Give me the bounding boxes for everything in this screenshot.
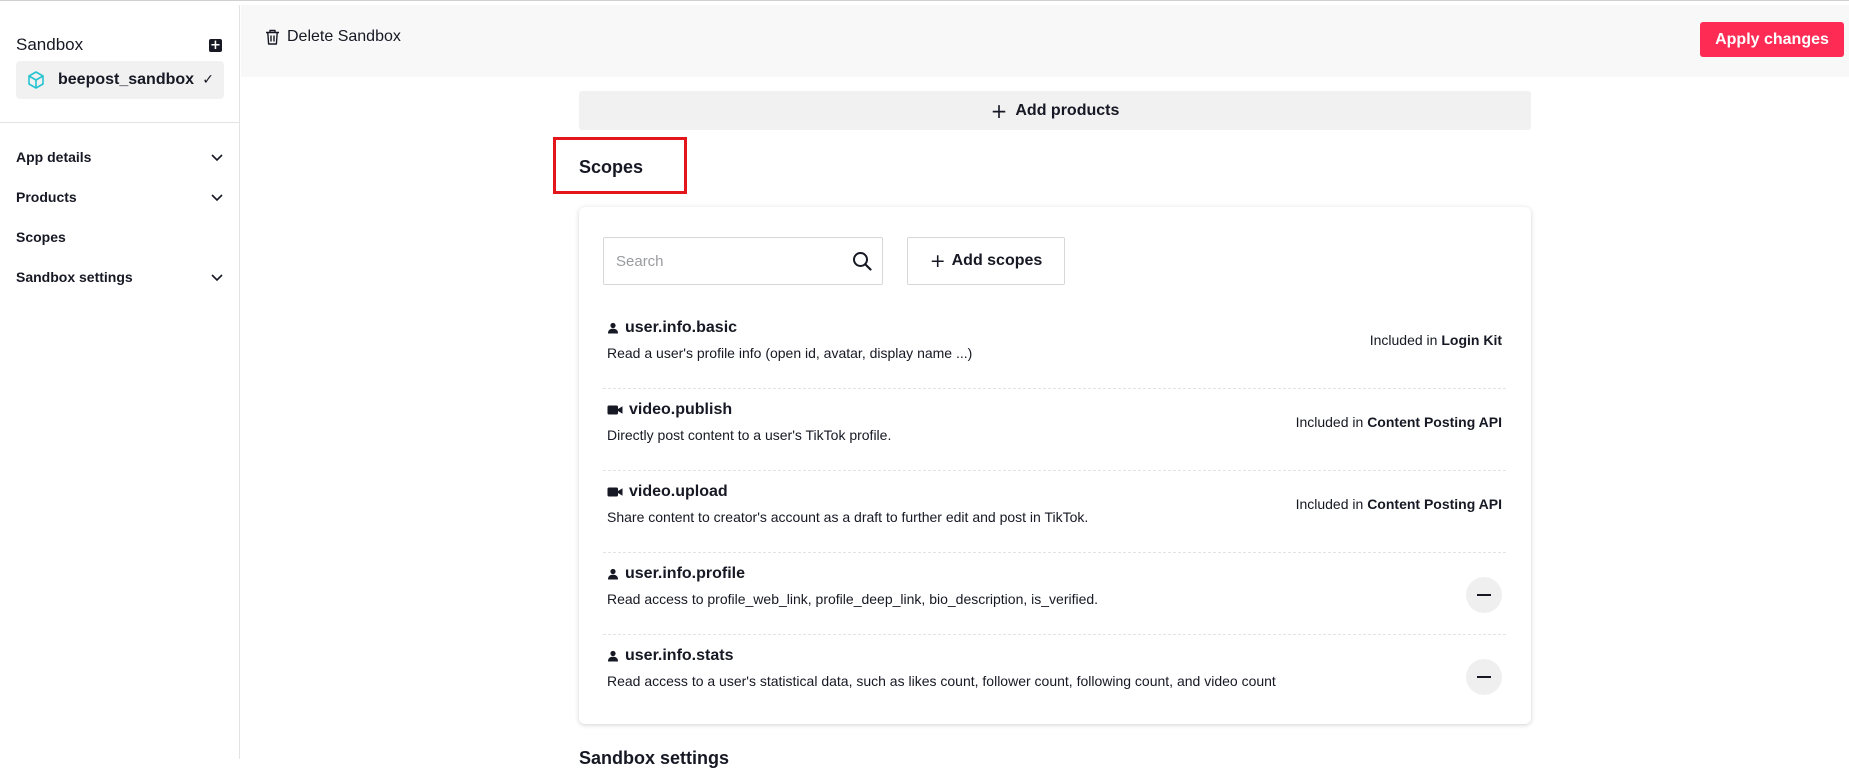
delete-sandbox-button[interactable]: Delete Sandbox xyxy=(265,28,401,46)
included-in-product: Content Posting API xyxy=(1367,496,1502,512)
sidebar-item-app-details[interactable]: App details xyxy=(16,146,224,168)
chevron-down-icon xyxy=(211,274,223,282)
add-sandbox-icon[interactable]: + xyxy=(209,38,222,52)
sandbox-title: Sandbox xyxy=(16,35,84,54)
scope-included-in: Included in Content Posting API xyxy=(1296,414,1502,430)
sandbox-app-name: beepost_sandbox xyxy=(58,71,195,88)
included-in-prefix: Included in xyxy=(1295,414,1364,430)
remove-scope-button[interactable] xyxy=(1466,659,1502,695)
scope-search xyxy=(603,237,883,285)
sidebar-item-label: Sandbox settings xyxy=(16,269,133,285)
included-in-prefix: Included in xyxy=(1295,496,1364,512)
sidebar-item-products[interactable]: Products xyxy=(16,186,224,208)
included-in-product: Content Posting API xyxy=(1367,414,1502,430)
sandbox-header: Sandbox + xyxy=(16,34,222,56)
trash-icon xyxy=(266,29,279,45)
sandbox-app-selector[interactable]: beepost_sandbox ✓ xyxy=(16,61,224,99)
scopes-section-highlight: Scopes xyxy=(553,137,687,194)
scope-description: Read access to profile_web_link, profile… xyxy=(607,591,1099,607)
scope-included-in: Included in Content Posting API xyxy=(1296,496,1502,512)
apply-changes-button[interactable]: Apply changes xyxy=(1700,22,1844,57)
scope-description: Read a user's profile info (open id, ava… xyxy=(607,345,973,361)
sidebar: Sandbox + beepost_sandbox ✓ App details … xyxy=(0,5,240,759)
scopes-section-title: Scopes xyxy=(579,157,644,177)
user-icon xyxy=(608,568,618,580)
scope-description: Share content to creator's account as a … xyxy=(607,509,1089,525)
scope-title: user.info.basic xyxy=(607,319,737,337)
scope-name: video.publish xyxy=(629,401,733,418)
search-icon[interactable] xyxy=(852,251,872,271)
minus-icon xyxy=(1477,676,1491,678)
scope-name: user.info.basic xyxy=(625,319,738,336)
included-in-prefix: Included in xyxy=(1369,332,1438,348)
video-icon xyxy=(607,487,623,497)
sidebar-item-scopes[interactable]: Scopes xyxy=(16,226,224,248)
add-products-button[interactable]: + Add products xyxy=(579,91,1531,130)
cube-icon xyxy=(28,71,44,89)
scope-title: video.upload xyxy=(607,483,728,501)
scope-row: user.info.stats Read access to a user's … xyxy=(603,635,1506,717)
sidebar-item-label: Products xyxy=(16,189,77,205)
sidebar-divider xyxy=(0,122,239,123)
add-scopes-label: Add scopes xyxy=(951,252,1043,269)
plus-icon: + xyxy=(929,250,946,272)
check-icon: ✓ xyxy=(202,72,214,88)
scope-name: user.info.profile xyxy=(625,565,746,582)
add-products-label: Add products xyxy=(1015,101,1120,119)
sidebar-item-label: Scopes xyxy=(16,229,66,245)
user-icon xyxy=(608,650,618,662)
scope-row: user.info.profile Read access to profile… xyxy=(603,553,1506,635)
included-in-product: Login Kit xyxy=(1441,332,1502,348)
scope-title: video.publish xyxy=(607,401,732,419)
scope-title: user.info.stats xyxy=(607,647,733,665)
sidebar-item-label: App details xyxy=(16,149,92,165)
scope-name: video.upload xyxy=(629,483,728,500)
scopes-card: + Add scopes user.info.basic Read a user… xyxy=(579,207,1531,724)
delete-sandbox-label: Delete Sandbox xyxy=(287,28,401,45)
sidebar-item-sandbox-settings[interactable]: Sandbox settings xyxy=(16,266,224,288)
top-action-bar xyxy=(241,5,1849,77)
minus-icon xyxy=(1477,594,1491,596)
chevron-down-icon xyxy=(211,194,223,202)
scope-row: video.upload Share content to creator's … xyxy=(603,471,1506,553)
scope-search-input[interactable] xyxy=(604,238,858,284)
remove-scope-button[interactable] xyxy=(1466,577,1502,613)
scope-included-in: Included in Login Kit xyxy=(1370,332,1502,348)
scope-title: user.info.profile xyxy=(607,565,745,583)
scope-row: video.publish Directly post content to a… xyxy=(603,389,1506,471)
video-icon xyxy=(607,405,623,415)
scope-name: user.info.stats xyxy=(625,647,734,664)
plus-icon: + xyxy=(990,98,1008,123)
scope-description: Read access to a user's statistical data… xyxy=(607,673,1276,689)
scope-description: Directly post content to a user's TikTok… xyxy=(607,427,892,443)
add-scopes-button[interactable]: + Add scopes xyxy=(907,237,1065,285)
chevron-down-icon xyxy=(211,154,223,162)
user-icon xyxy=(608,322,618,334)
scope-row: user.info.basic Read a user's profile in… xyxy=(603,307,1506,389)
